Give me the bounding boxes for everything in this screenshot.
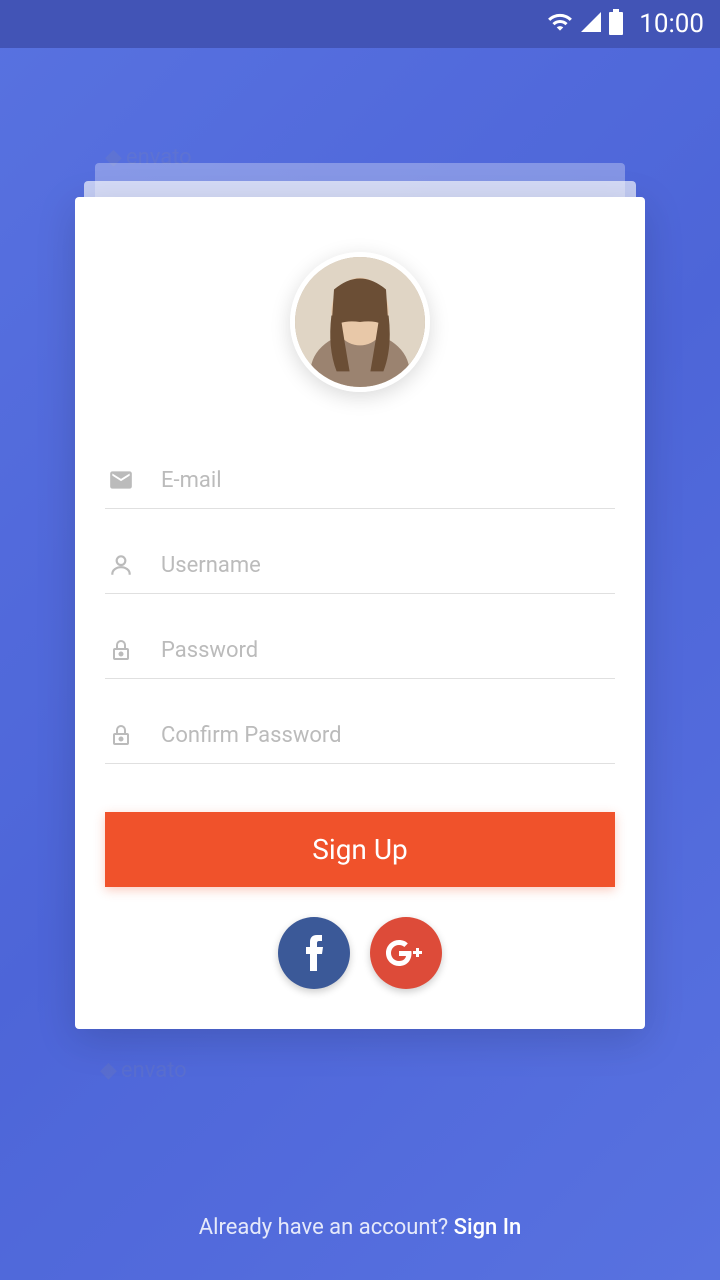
footer: Already have an account? Sign In (0, 1215, 720, 1240)
signup-card: Sign Up (75, 197, 645, 1029)
signup-button[interactable]: Sign Up (105, 812, 615, 887)
person-icon (105, 549, 137, 581)
lock-icon (105, 719, 137, 751)
facebook-button[interactable] (278, 917, 350, 989)
username-row (105, 537, 615, 594)
email-icon (105, 464, 137, 496)
username-field[interactable] (161, 553, 615, 578)
googleplus-button[interactable] (370, 917, 442, 989)
social-row (105, 917, 615, 989)
avatar[interactable] (290, 252, 430, 392)
footer-prompt: Already have an account? (199, 1215, 454, 1240)
confirm-password-field[interactable] (161, 723, 615, 748)
lock-icon (105, 634, 137, 666)
confirm-password-row (105, 707, 615, 764)
password-row (105, 622, 615, 679)
email-field[interactable] (161, 468, 615, 493)
password-field[interactable] (161, 638, 615, 663)
signin-link[interactable]: Sign In (454, 1215, 522, 1240)
email-row (105, 452, 615, 509)
